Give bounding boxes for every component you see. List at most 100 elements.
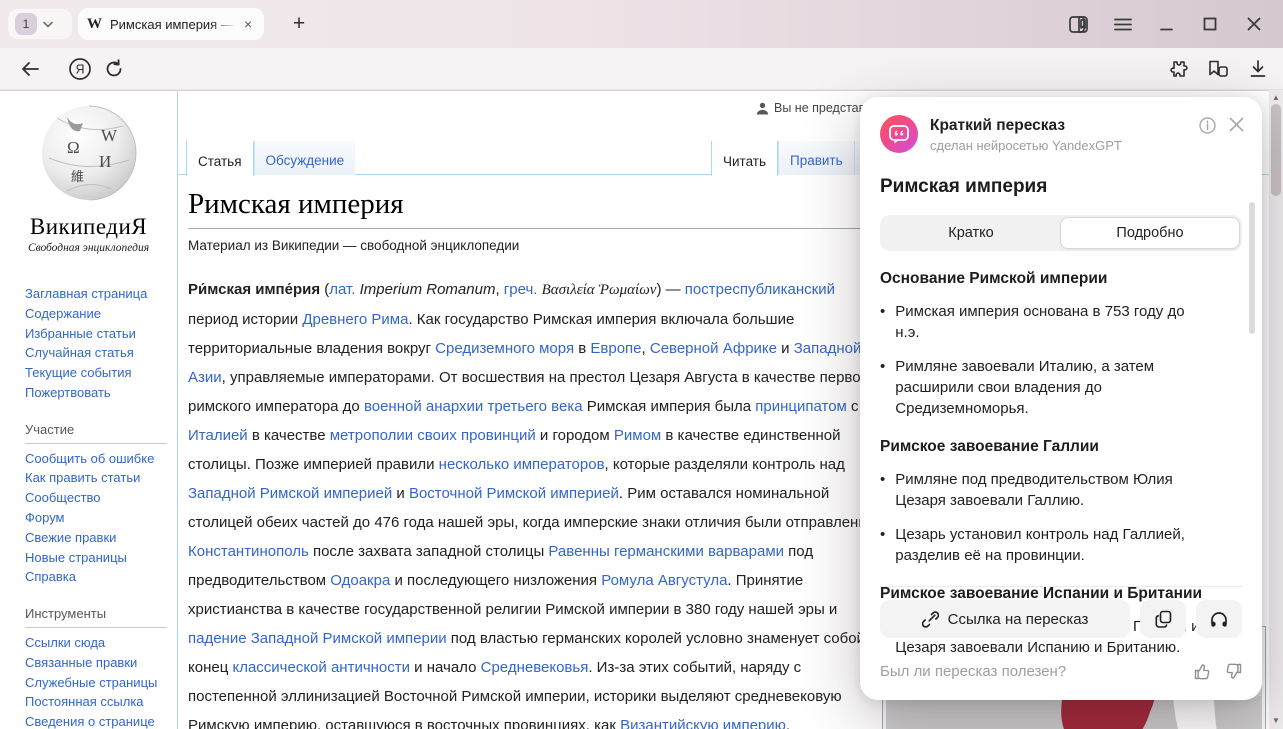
wiki-link[interactable]: Средиземного моря: [435, 340, 574, 357]
wiki-link[interactable]: постреспубликанский: [685, 281, 835, 298]
logo-glyph: 維: [71, 170, 84, 185]
text-run: и: [392, 485, 409, 502]
wiki-link[interactable]: Северной Африке: [650, 340, 777, 357]
sidebar-item-random[interactable]: Случайная статья: [25, 343, 175, 363]
text-run: , которые разделяли контроль над: [605, 456, 845, 473]
sidebar-item-report-error[interactable]: Сообщить об ошибке: [25, 449, 175, 469]
menu-button[interactable]: [1106, 0, 1140, 48]
wiki-link[interactable]: классической античности: [232, 659, 410, 676]
wikipedia-logo[interactable]: W Ω И 維 ВикипедиЯ Свободная энциклопедия: [0, 103, 177, 254]
wiki-link[interactable]: германскими варварами: [614, 543, 784, 560]
sidebar-item-permanent-link[interactable]: Постоянная ссылка: [25, 692, 175, 712]
scroll-up-arrow[interactable]: ▲: [1269, 93, 1283, 102]
collections-button[interactable]: [1200, 48, 1236, 90]
tab-edit[interactable]: Править: [778, 141, 854, 175]
sidebar-item-help[interactable]: Справка: [25, 567, 175, 587]
tab-brief[interactable]: Кратко: [882, 217, 1060, 249]
wiki-link[interactable]: метрополии своих провинций: [330, 427, 536, 444]
sidebar-item-page-info[interactable]: Сведения о странице: [25, 712, 175, 729]
logo-glyph: Ω: [67, 138, 80, 157]
summary-link-button[interactable]: Ссылка на пересказ: [880, 600, 1130, 638]
wiki-link[interactable]: Одоакра: [330, 572, 390, 589]
wiki-link[interactable]: Восточной Римской империей: [409, 485, 619, 502]
sidebar-item-donate[interactable]: Пожертвовать: [25, 383, 175, 403]
wiki-link[interactable]: Италией: [188, 427, 248, 444]
sidebar-item-main-page[interactable]: Заглавная страница: [25, 284, 175, 304]
sidebar-item-featured[interactable]: Избранные статьи: [25, 324, 175, 344]
summary-panel-header: Краткий пересказ сделан нейросетью Yande…: [880, 115, 1242, 153]
summary-bullet: Римляне под предводительством Юлия Цезар…: [880, 469, 1210, 511]
wiki-link[interactable]: Римом: [614, 427, 661, 444]
browser-tab[interactable]: W Римская империя — В ×: [78, 8, 264, 40]
downloads-button[interactable]: [1240, 48, 1276, 90]
sidebar-item-forum[interactable]: Форум: [25, 508, 175, 528]
text-run: и начало: [410, 659, 481, 676]
yandex-home-button[interactable]: Я: [62, 48, 98, 90]
scrollbar-thumb[interactable]: [1271, 104, 1281, 196]
wikipedia-tagline: Свободная энциклопедия: [0, 242, 177, 254]
text-run: в качестве: [248, 427, 330, 444]
wiki-link[interactable]: Равенны: [548, 543, 609, 560]
wiki-link[interactable]: Европе: [590, 340, 641, 357]
sidebar-toggle-button[interactable]: [1061, 0, 1095, 48]
wiki-link[interactable]: Константинополь: [188, 543, 309, 560]
sidebar-item-related-changes[interactable]: Связанные правки: [25, 653, 175, 673]
tab-group-button[interactable]: 1: [8, 9, 72, 39]
panel-title: Краткий пересказ: [930, 117, 1122, 135]
wiki-link[interactable]: Византийскую империю: [620, 717, 786, 729]
scroll-down-arrow[interactable]: ▼: [1269, 716, 1283, 725]
thumbs-down-button[interactable]: [1225, 663, 1242, 680]
sidebar-section-tools: Инструменты: [25, 604, 167, 628]
thumbs-up-button[interactable]: [1194, 663, 1211, 680]
sidebar-item-community[interactable]: Сообщество: [25, 488, 175, 508]
wiki-link[interactable]: Западной Римской империей: [188, 485, 392, 502]
wikipedia-favicon: W: [87, 16, 102, 33]
wiki-link[interactable]: Средневековья: [481, 659, 589, 676]
wiki-link[interactable]: лат.: [329, 281, 355, 298]
sidebar-item-special-pages[interactable]: Служебные страницы: [25, 673, 175, 693]
sidebar-item-current-events[interactable]: Текущие события: [25, 363, 175, 383]
collections-icon: [1208, 60, 1229, 78]
sidebar-item-contents[interactable]: Содержание: [25, 304, 175, 324]
sidebar-section-participation: Участие: [25, 420, 167, 444]
summary-bullet: Римская империя основана в 753 году до н…: [880, 301, 1210, 343]
chevron-down-icon: [43, 21, 53, 28]
close-panel-button[interactable]: [1229, 117, 1244, 132]
panel-divider: [880, 586, 1242, 587]
browser-window: 1 W Римская империя — В × +: [0, 0, 1283, 729]
reload-button[interactable]: [96, 48, 132, 90]
copy-summary-button[interactable]: [1140, 600, 1186, 638]
tab-bar: 1 W Римская империя — В × +: [0, 0, 1283, 48]
sidebar-item-new-pages[interactable]: Новые страницы: [25, 548, 175, 568]
sidebar-item-what-links-here[interactable]: Ссылки сюда: [25, 633, 175, 653]
person-icon: [756, 102, 769, 115]
tab-read[interactable]: Читать: [711, 141, 778, 176]
puzzle-icon: [1168, 59, 1188, 79]
wiki-link[interactable]: принципатом: [755, 398, 847, 415]
maximize-button[interactable]: [1193, 0, 1227, 48]
wiki-link[interactable]: падение Западной Римской империи: [188, 630, 447, 647]
page-scrollbar[interactable]: ▲ ▼: [1269, 90, 1283, 729]
tab-article[interactable]: Статья: [186, 141, 254, 176]
sidebar-item-how-to-edit[interactable]: Как править статьи: [25, 468, 175, 488]
listen-summary-button[interactable]: [1196, 600, 1242, 638]
minimize-button[interactable]: [1149, 0, 1183, 48]
close-window-button[interactable]: [1237, 0, 1271, 48]
wiki-link[interactable]: военной анархии третьего века: [364, 398, 583, 415]
tab-title: Римская империя — В: [110, 17, 236, 32]
extensions-button[interactable]: [1160, 48, 1196, 90]
info-button[interactable]: [1199, 117, 1216, 134]
new-tab-button[interactable]: +: [283, 8, 315, 40]
panel-scrollbar-thumb[interactable]: [1249, 202, 1255, 334]
summary-bullet: Цезарь установил контроль над Галлией, р…: [880, 524, 1210, 566]
wiki-link[interactable]: Ромула Августула: [601, 572, 727, 589]
tab-discussion[interactable]: Обсуждение: [254, 141, 356, 175]
wiki-link[interactable]: Древнего Рима: [302, 311, 408, 328]
sidebar-item-recent-changes[interactable]: Свежие правки: [25, 528, 175, 548]
wiki-link[interactable]: греч.: [504, 281, 538, 298]
wiki-link[interactable]: несколько императоров: [439, 456, 605, 473]
tab-detailed[interactable]: Подробно: [1060, 217, 1240, 249]
back-button[interactable]: [12, 48, 48, 90]
tab-close-icon[interactable]: ×: [244, 17, 252, 31]
wikipedia-wordmark: ВикипедиЯ: [0, 214, 177, 240]
